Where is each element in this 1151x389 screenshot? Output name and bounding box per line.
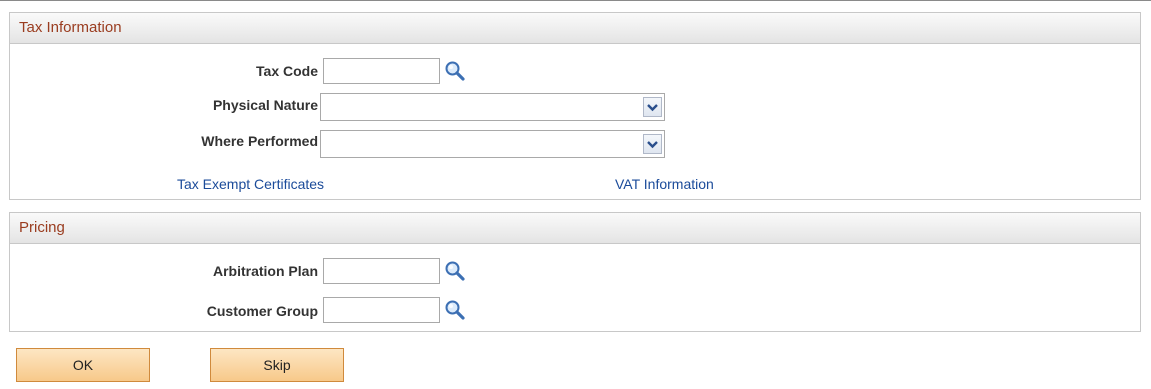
vat-information-link[interactable]: VAT Information (615, 176, 714, 192)
tax-information-header: Tax Information (10, 13, 1140, 44)
arbitration-plan-label: Arbitration Plan (212, 263, 318, 279)
chevron-down-icon[interactable] (643, 97, 662, 117)
pricing-header: Pricing (10, 213, 1140, 244)
magnifier-icon[interactable] (444, 260, 466, 282)
tax-code-label: Tax Code (256, 63, 318, 79)
magnifier-icon[interactable] (444, 60, 466, 82)
physical-nature-select[interactable] (320, 93, 665, 121)
where-performed-select[interactable] (320, 130, 665, 158)
customer-group-label: Customer Group (206, 303, 318, 319)
customer-group-input[interactable] (323, 297, 440, 323)
ok-button[interactable]: OK (16, 348, 150, 382)
chevron-down-icon[interactable] (643, 134, 662, 154)
tax-code-input[interactable] (323, 58, 440, 84)
tax-exempt-certificates-link[interactable]: Tax Exempt Certificates (177, 176, 324, 192)
top-rule (0, 0, 1151, 1)
skip-button[interactable]: Skip (210, 348, 344, 382)
arbitration-plan-input[interactable] (323, 258, 440, 284)
physical-nature-label: Physical Nature (212, 97, 318, 113)
magnifier-icon[interactable] (444, 299, 466, 321)
where-performed-label: Where Performed (201, 133, 318, 149)
